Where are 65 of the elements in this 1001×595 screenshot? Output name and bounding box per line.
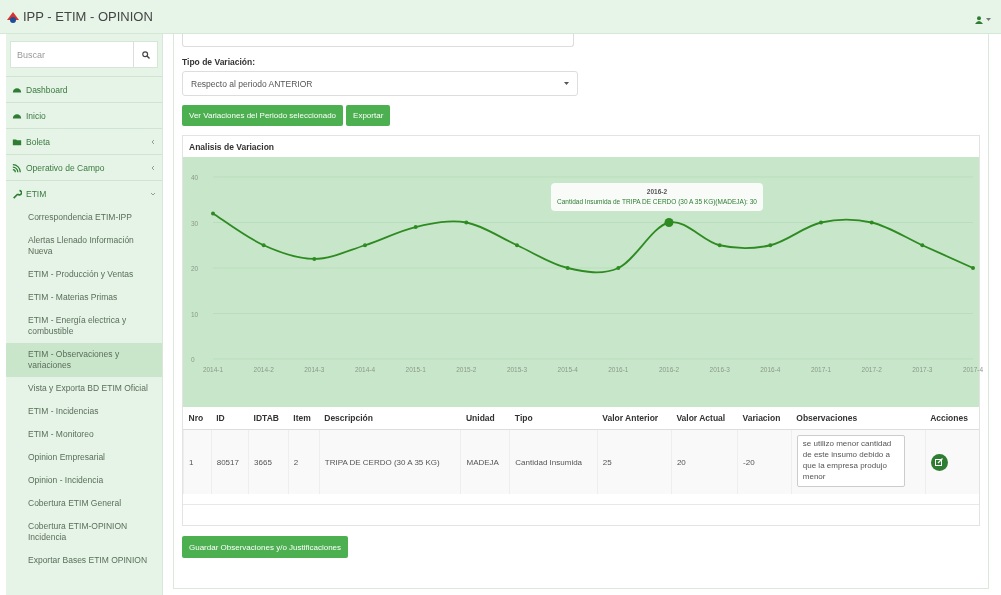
- edit-icon: [935, 458, 944, 466]
- user-icon: [975, 15, 983, 24]
- menu-label: Boleta: [26, 136, 52, 147]
- user-menu[interactable]: [975, 15, 991, 24]
- submenu-item[interactable]: ETIM - Energía electrica y combustible: [6, 309, 162, 343]
- save-button[interactable]: Guardar Observaciones y/o Justificaciones: [182, 536, 349, 558]
- action-button[interactable]: Exportar: [346, 105, 391, 126]
- submenu-item[interactable]: Alertas Llenado Información Nueva: [6, 229, 162, 263]
- app-title: IPP - ETIM - OPINION: [23, 9, 153, 24]
- menu-item[interactable]: ETIM: [6, 180, 162, 206]
- submenu-item[interactable]: ETIM - Producción y Ventas: [6, 263, 162, 286]
- column-header: Variacion: [737, 407, 792, 430]
- column-header: Valor Actual: [671, 407, 738, 430]
- edit-button[interactable]: [930, 453, 948, 471]
- field-label: Tipo de Variación:: [182, 57, 257, 67]
- column-header: Item: [288, 407, 320, 430]
- menu-label: Inicio: [26, 110, 47, 121]
- submenu-item[interactable]: Cobertura ETIM-OPINION Incidencia: [6, 515, 162, 549]
- submenu-item[interactable]: Vista y Exporta BD ETIM Oficial: [6, 377, 162, 400]
- submenu-item[interactable]: ETIM - Monitoreo: [6, 423, 162, 446]
- menu-item[interactable]: Dashboard: [6, 76, 162, 102]
- menu-item[interactable]: Boleta: [6, 128, 162, 154]
- table-cell: Cantidad Insumida: [509, 429, 598, 494]
- submenu-item[interactable]: Cobertura ETIM General: [6, 492, 162, 515]
- column-header: IDTAB: [248, 407, 289, 430]
- table-cell: -20: [737, 429, 792, 494]
- table-cell: 2: [288, 429, 320, 494]
- action-button[interactable]: Ver Variaciones del Periodo seleccionado: [182, 105, 344, 126]
- caret-icon: [564, 82, 569, 85]
- menu-label: ETIM: [26, 188, 48, 199]
- submenu-item[interactable]: ETIM - Incidencias: [6, 400, 162, 423]
- observation-field[interactable]: se utilizo menor cantidad de este insumo debido a que la empresa produjo menor: [796, 435, 905, 487]
- column-header: Descripción: [319, 407, 461, 430]
- submenu-item[interactable]: Opinion - Incidencia: [6, 469, 162, 492]
- column-header: Acciones: [925, 407, 979, 430]
- table-cell: 3665: [248, 429, 289, 494]
- menu-item[interactable]: Inicio: [6, 102, 162, 128]
- panel-title: Analisis de Variacion: [188, 141, 276, 154]
- column-header: Tipo: [509, 407, 598, 430]
- caret-icon: [986, 18, 991, 21]
- submenu-item[interactable]: ETIM - Observaciones y variaciones: [6, 343, 162, 377]
- table-cell: 80517: [211, 429, 249, 494]
- menu-item[interactable]: Operativo de Campo: [6, 154, 162, 180]
- column-header: Unidad: [460, 407, 510, 430]
- wrench-icon: [12, 188, 22, 199]
- menu-label: Operativo de Campo: [26, 162, 106, 173]
- column-header: ID: [211, 407, 249, 430]
- column-header: Observaciones: [791, 407, 926, 430]
- submenu-item[interactable]: ETIM - Materias Primas: [6, 286, 162, 309]
- column-header: Nro: [183, 407, 212, 430]
- submenu-item[interactable]: Opinion Empresarial: [6, 446, 162, 469]
- table-cell: 25: [597, 429, 672, 494]
- search-icon: [141, 50, 150, 59]
- menu-label: Dashboard: [26, 84, 69, 95]
- select-field[interactable]: [182, 34, 574, 47]
- table-cell: TRIPA DE CERDO (30 A 35 KG): [319, 429, 461, 494]
- variation-select[interactable]: Respecto al periodo ANTERIOR: [182, 71, 578, 96]
- submenu-item[interactable]: Exportar Bases ETIM OPINION: [6, 549, 162, 572]
- table-cell: MADEJA: [460, 429, 510, 494]
- search-bar[interactable]: Buscar: [10, 41, 158, 68]
- table-cell: 1: [183, 429, 212, 494]
- table-cell: 20: [671, 429, 738, 494]
- rss-icon: [12, 162, 22, 173]
- column-header: Valor Anterior: [597, 407, 672, 430]
- submenu-item[interactable]: Correspondencia ETIM-IPP: [6, 206, 162, 229]
